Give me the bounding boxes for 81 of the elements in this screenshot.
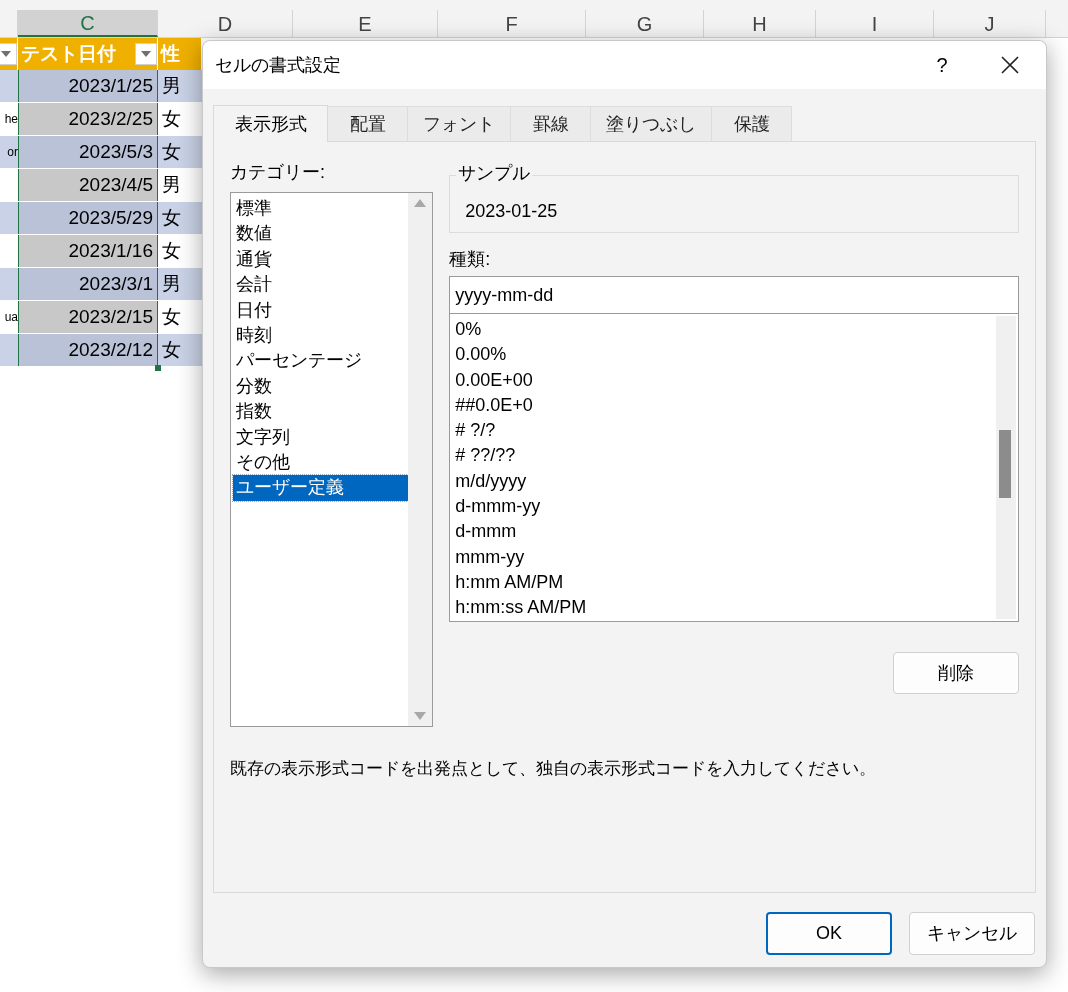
category-item[interactable]: その他 (233, 450, 409, 476)
tab[interactable]: 塗りつぶし (591, 106, 712, 141)
format-item[interactable]: ##0.0E+0 (455, 392, 996, 419)
table-cell: or (0, 136, 18, 168)
format-list[interactable]: 0% 0.00% 0.00E+00 ##0.0E+0 # ?/? # ??/?? m/d/yyyy d-mmm-yy d-mmm mmm-yy h:mm AM/PM h:mm:ss AM/PM (449, 314, 1019, 622)
tab[interactable]: 罫線 (511, 106, 591, 141)
format-item[interactable]: # ??/?? (455, 443, 996, 469)
table-cell: 2023/2/12 (18, 334, 158, 366)
category-item[interactable]: 標準 (233, 196, 409, 222)
category-item[interactable]: パーセンテージ (233, 348, 409, 374)
category-item[interactable]: 指数 (233, 399, 409, 425)
category-item[interactable]: 時刻 (233, 323, 409, 349)
table-cell: 女 (158, 334, 202, 366)
format-item[interactable]: # ?/? (455, 418, 996, 444)
column-header[interactable]: C (18, 10, 158, 37)
table-cell: 女 (158, 202, 202, 234)
category-item[interactable]: 分数 (233, 373, 409, 400)
format-item[interactable]: 0.00E+00 (455, 367, 996, 393)
format-item[interactable]: d-mmm (455, 519, 996, 545)
table-cell: 男 (158, 70, 202, 102)
table-cell (0, 70, 18, 102)
format-item[interactable]: 0% (455, 317, 996, 343)
sample-label: サンプル (456, 161, 533, 185)
format-item[interactable]: 0.00% (455, 342, 996, 368)
column-header[interactable]: I (816, 10, 934, 37)
filter-button[interactable] (0, 43, 17, 65)
table-cell: 2023/2/15 (18, 301, 158, 333)
table-cell (0, 268, 18, 300)
dropdown-icon (141, 51, 151, 57)
table-cell: 2023/1/16 (18, 235, 158, 267)
format-code-field[interactable]: yyyy-mm-dd (449, 276, 1019, 314)
type-label: 種類: (449, 248, 492, 271)
category-list[interactable]: 標準 数値 通貨 会計 日付 時刻 パーセンテージ 分数 指数 文字列 その他 ユーザー定義 (230, 192, 434, 727)
column-header[interactable]: F (438, 10, 586, 37)
category-item[interactable]: ユーザー定義 (233, 475, 409, 501)
table-cell: 2023/5/29 (18, 202, 158, 234)
table-cell: 2023/2/25 (18, 103, 158, 135)
format-item[interactable]: h:mm:ss AM/PM (455, 595, 996, 621)
description-text: 既存の表示形式コードを出発点として、独自の表示形式コードを入力してください。 (230, 758, 877, 780)
column-header[interactable]: E (293, 10, 438, 37)
format-item[interactable]: h:mm AM/PM (455, 569, 996, 596)
table-cell: 2023/5/3 (18, 136, 158, 168)
dropdown-icon (1, 51, 11, 57)
scroll-down-icon[interactable] (414, 712, 427, 720)
category-item[interactable]: 文字列 (233, 424, 409, 451)
ok-button[interactable]: OK (766, 912, 892, 955)
tab[interactable]: 保護 (712, 106, 792, 141)
table-cell (0, 334, 18, 366)
scrollbar-thumb[interactable] (999, 430, 1011, 498)
category-item[interactable]: 日付 (233, 297, 409, 324)
category-label: カテゴリー: (230, 161, 326, 184)
filter-button[interactable] (135, 43, 157, 65)
table-cell: 2023/1/25 (18, 70, 158, 102)
header-text: 性 (159, 41, 180, 66)
format-item[interactable]: m/d/yyyy (455, 468, 996, 495)
table-cell: 2023/3/1 (18, 268, 158, 300)
column-header[interactable]: G (586, 10, 704, 37)
table-cell (0, 202, 18, 234)
tab[interactable]: フォント (408, 106, 511, 141)
close-icon (1001, 56, 1019, 74)
table-cell: 2023/4/5 (18, 169, 158, 201)
column-header[interactable]: J (934, 10, 1046, 37)
format-item[interactable]: d-mmm-yy (455, 494, 996, 520)
header-text: テスト日付 (20, 41, 116, 66)
sample-value: 2023-01-25 (465, 199, 558, 223)
tab[interactable]: 配置 (328, 106, 408, 141)
scroll-up-icon[interactable] (414, 199, 427, 207)
table-cell: 女 (158, 136, 202, 168)
table-cell: 男 (158, 268, 202, 300)
column-header[interactable]: H (704, 10, 816, 37)
category-item[interactable]: 会計 (233, 272, 409, 298)
help-button[interactable]: ? (922, 47, 962, 83)
column-header[interactable]: D (158, 10, 293, 37)
dialog-title: セルの書式設定 (215, 53, 341, 77)
delete-button[interactable]: 削除 (893, 652, 1019, 694)
tab[interactable]: 表示形式 (213, 105, 328, 142)
category-item[interactable]: 通貨 (233, 246, 409, 273)
cancel-button[interactable]: キャンセル (909, 912, 1035, 955)
category-item[interactable]: 数値 (233, 221, 409, 247)
format-item[interactable]: mmm-yy (455, 544, 996, 570)
fill-handle[interactable] (155, 365, 161, 371)
